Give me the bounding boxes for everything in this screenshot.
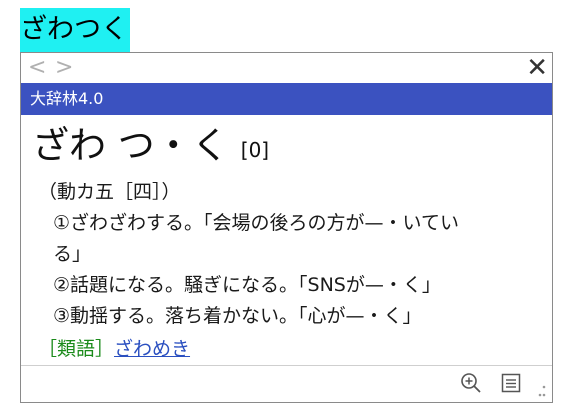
dictionary-name-bar[interactable]: 大辞林4.0 (21, 83, 552, 115)
popup-toolbar (21, 365, 552, 402)
resize-grip-icon[interactable] (533, 383, 547, 397)
dictionary-name: 大辞林4.0 (30, 89, 104, 108)
close-icon[interactable]: ✕ (526, 53, 548, 83)
selected-word-highlight: ざわつく (20, 8, 130, 52)
zoom-in-icon[interactable] (459, 371, 483, 395)
accent-mark: [0] (240, 137, 270, 162)
chevron-right-icon[interactable]: > (55, 55, 73, 81)
definition-3: ③動揺する。落ち着かない。「心が—・く」 (53, 305, 422, 327)
definition-1-continued: る」 (53, 243, 92, 265)
headword: ざわ つ・く [0] (32, 117, 269, 177)
chevron-left-icon[interactable]: < (28, 55, 46, 81)
headword-text: ざわ つ・く (32, 124, 229, 167)
definition-2: ②話題になる。騒ぎになる。「SNSが—・く」 (53, 274, 441, 296)
popup-nav-bar: < > ✕ (21, 53, 552, 83)
list-icon[interactable] (499, 371, 523, 395)
definition-1: ①ざわざわする。「会場の後ろの方が—・いてい (53, 212, 459, 234)
related-word-link[interactable]: ざわめき (114, 338, 190, 360)
part-of-speech: （動カ五［四］） (38, 181, 181, 203)
related-words: ［類語］ざわめき (38, 334, 190, 364)
related-tag: ［類語］ (38, 338, 115, 360)
dictionary-popup: < > ✕ 大辞林4.0 ざわ つ・く [0] （動カ五［四］） ①ざわざわする。… (20, 52, 553, 403)
